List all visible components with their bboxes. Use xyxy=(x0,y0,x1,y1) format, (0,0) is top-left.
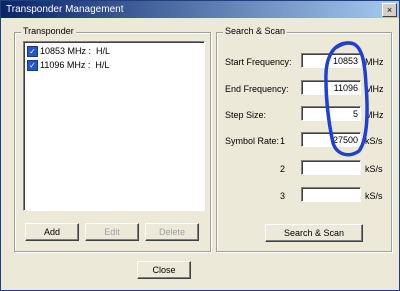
transponder-legend: Transponder xyxy=(21,26,76,36)
step-size-label: Step Size: xyxy=(225,110,267,120)
symbol-rate-unit-2: kS/s xyxy=(365,164,383,174)
search-scan-button[interactable]: Search & Scan xyxy=(265,224,363,242)
edit-button[interactable]: Edit xyxy=(85,223,139,241)
list-item[interactable]: ✓ 11096 MHz : H/L xyxy=(27,59,109,71)
transponder-management-window: Transponder Management × Transponder ✓ 1… xyxy=(0,0,400,291)
hand-drawn-circle-icon xyxy=(324,41,369,157)
add-button[interactable]: Add xyxy=(25,223,79,241)
transponder-item-label: 11096 MHz : H/L xyxy=(40,60,110,70)
title-bar: Transponder Management × xyxy=(1,1,399,18)
symbol-rate-index-1: 1 xyxy=(280,136,286,146)
symbol-rate-index-3: 3 xyxy=(280,191,286,201)
search-scan-legend: Search & Scan xyxy=(223,26,288,36)
end-frequency-label: End Frequency: xyxy=(225,84,289,94)
transponder-item-label: 10853 MHz : H/L xyxy=(40,46,111,56)
symbol-rate-field-2[interactable] xyxy=(301,160,361,175)
checkbox-checked-icon[interactable]: ✓ xyxy=(27,60,38,71)
close-button[interactable]: Close xyxy=(137,261,191,279)
symbol-rate-index-2: 2 xyxy=(280,164,286,174)
delete-button[interactable]: Delete xyxy=(145,223,199,241)
symbol-rate-unit-3: kS/s xyxy=(365,191,383,201)
symbol-rate-field-3[interactable] xyxy=(301,187,361,202)
symbol-rate-label: Symbol Rate: xyxy=(225,136,280,146)
window-title: Transponder Management xyxy=(6,4,124,15)
checkbox-checked-icon[interactable]: ✓ xyxy=(27,46,38,57)
transponder-list[interactable]: ✓ 10853 MHz : H/L ✓ 11096 MHz : H/L xyxy=(23,41,205,211)
title-close-icon[interactable]: × xyxy=(382,3,397,17)
list-item[interactable]: ✓ 10853 MHz : H/L xyxy=(27,45,110,57)
transponder-group: Transponder ✓ 10853 MHz : H/L ✓ 11096 MH… xyxy=(14,26,211,252)
start-frequency-label: Start Frequency: xyxy=(225,57,292,67)
